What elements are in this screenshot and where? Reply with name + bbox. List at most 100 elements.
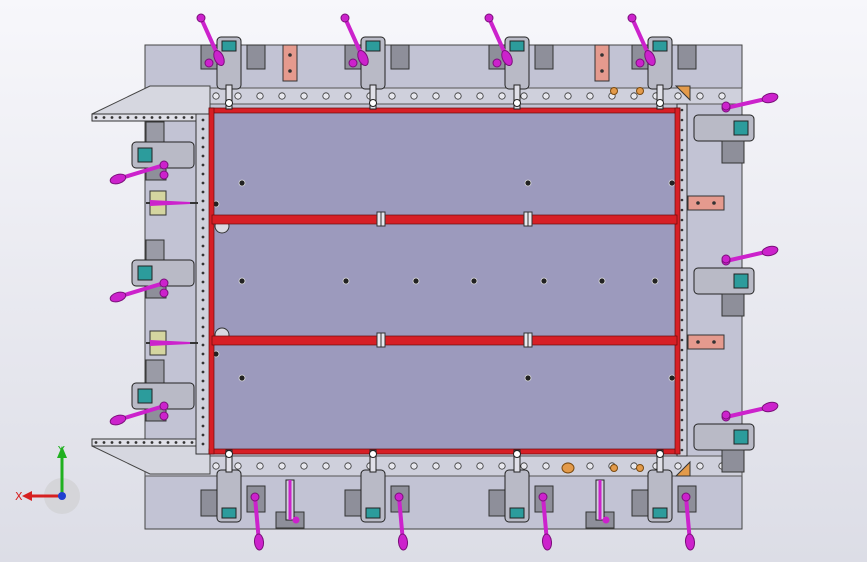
rail-hole [201, 280, 205, 284]
rail-hole [680, 368, 684, 372]
clamp-side-block [390, 44, 410, 70]
clamp-spindle [137, 388, 153, 404]
frame-bar [211, 335, 678, 346]
orange-locator [636, 87, 644, 95]
rail-hole [201, 154, 205, 158]
clamp-spindle [652, 507, 668, 519]
cad-viewport[interactable]: Y X [0, 0, 867, 562]
rail-hole [201, 181, 205, 185]
clamp-pivot [225, 99, 233, 107]
clamp-spindle [137, 147, 153, 163]
rail-hole [201, 289, 205, 293]
rail-hole [201, 172, 205, 176]
mounting-hole [718, 92, 726, 100]
handle-grip [684, 533, 696, 551]
clamp-side-block [721, 293, 745, 317]
rail-hole [680, 288, 684, 292]
handle-stop [159, 288, 169, 298]
handle-knob [292, 516, 300, 524]
rail-hole [680, 388, 684, 392]
panel-dowel-hole [470, 277, 478, 285]
rail-hole [680, 268, 684, 272]
handle-knob [250, 492, 260, 502]
mounting-hole [674, 92, 682, 100]
rail-hole [680, 328, 684, 332]
panel-dowel-hole [524, 179, 532, 187]
rail-hole [680, 238, 684, 242]
rail-hole [680, 208, 684, 212]
panel-dowel-hole [668, 179, 676, 187]
clamp-spindle [221, 507, 237, 519]
pad-hole [712, 201, 716, 205]
frame-bar [674, 107, 681, 455]
clamp-side-block [631, 489, 651, 517]
handle-grip [761, 245, 779, 257]
rail-hole [150, 441, 154, 444]
rail-hole [150, 116, 154, 119]
rail-hole [680, 228, 684, 232]
frame-bar [208, 107, 215, 455]
clamp-spindle [733, 120, 749, 136]
rail-hole [201, 253, 205, 257]
handle-knob [340, 13, 350, 23]
rail-hole [201, 325, 205, 329]
clamp-pivot [656, 99, 664, 107]
clamp-pivot [656, 450, 664, 458]
rail-hole [680, 248, 684, 252]
mounting-hole [234, 462, 242, 470]
mounting-hole [696, 462, 704, 470]
panel-dowel-hole [524, 374, 532, 382]
panel-dowel-hole [238, 277, 246, 285]
rail-hole [680, 298, 684, 302]
rail-hole [94, 441, 98, 444]
mounting-hole [388, 92, 396, 100]
rail-hole [680, 118, 684, 122]
mounting-hole [388, 462, 396, 470]
pad-hole [600, 69, 604, 73]
rail-hole [680, 198, 684, 202]
handle-knob [681, 492, 691, 502]
rail-hole [201, 370, 205, 374]
handle-stop [721, 254, 731, 264]
pad-hole [712, 340, 716, 344]
rail-hole [201, 145, 205, 149]
mounting-hole [520, 92, 528, 100]
handle-grip [109, 291, 127, 303]
rail-hole [201, 208, 205, 212]
clamp-pivot [513, 450, 521, 458]
clamp-side-block [344, 489, 364, 517]
copper-pad [687, 334, 725, 350]
rail-hole [94, 116, 98, 119]
handle-stop [721, 101, 731, 111]
rail-hole [201, 442, 205, 446]
rail-hole [680, 398, 684, 402]
clamp-spindle [365, 507, 381, 519]
handle-grip [109, 414, 127, 426]
mounting-hole [674, 462, 682, 470]
mounting-hole [344, 92, 352, 100]
pad-hole [696, 340, 700, 344]
rail-hole [182, 441, 186, 444]
copper-pad [282, 44, 298, 82]
axis-triad: Y X [15, 444, 80, 514]
rail-hole [680, 158, 684, 162]
mounting-hole [696, 92, 704, 100]
rail-hole [166, 116, 170, 119]
clamp-side-block [721, 449, 745, 473]
pad-hole [288, 53, 292, 57]
handle-grip [253, 533, 265, 551]
clamp-side-block [721, 140, 745, 164]
handle-knob [538, 492, 548, 502]
clamp-side-block [534, 44, 554, 70]
rail-hole [680, 188, 684, 192]
rail-hole [142, 116, 146, 119]
rail-hole [134, 441, 138, 444]
rail-hole [118, 441, 122, 444]
mounting-hole [278, 462, 286, 470]
rail-hole [201, 433, 205, 437]
handle-knob [484, 13, 494, 23]
rail-hole [680, 258, 684, 262]
rail-hole [680, 178, 684, 182]
panel-dowel-hole [598, 277, 606, 285]
rail-hole [201, 226, 205, 230]
